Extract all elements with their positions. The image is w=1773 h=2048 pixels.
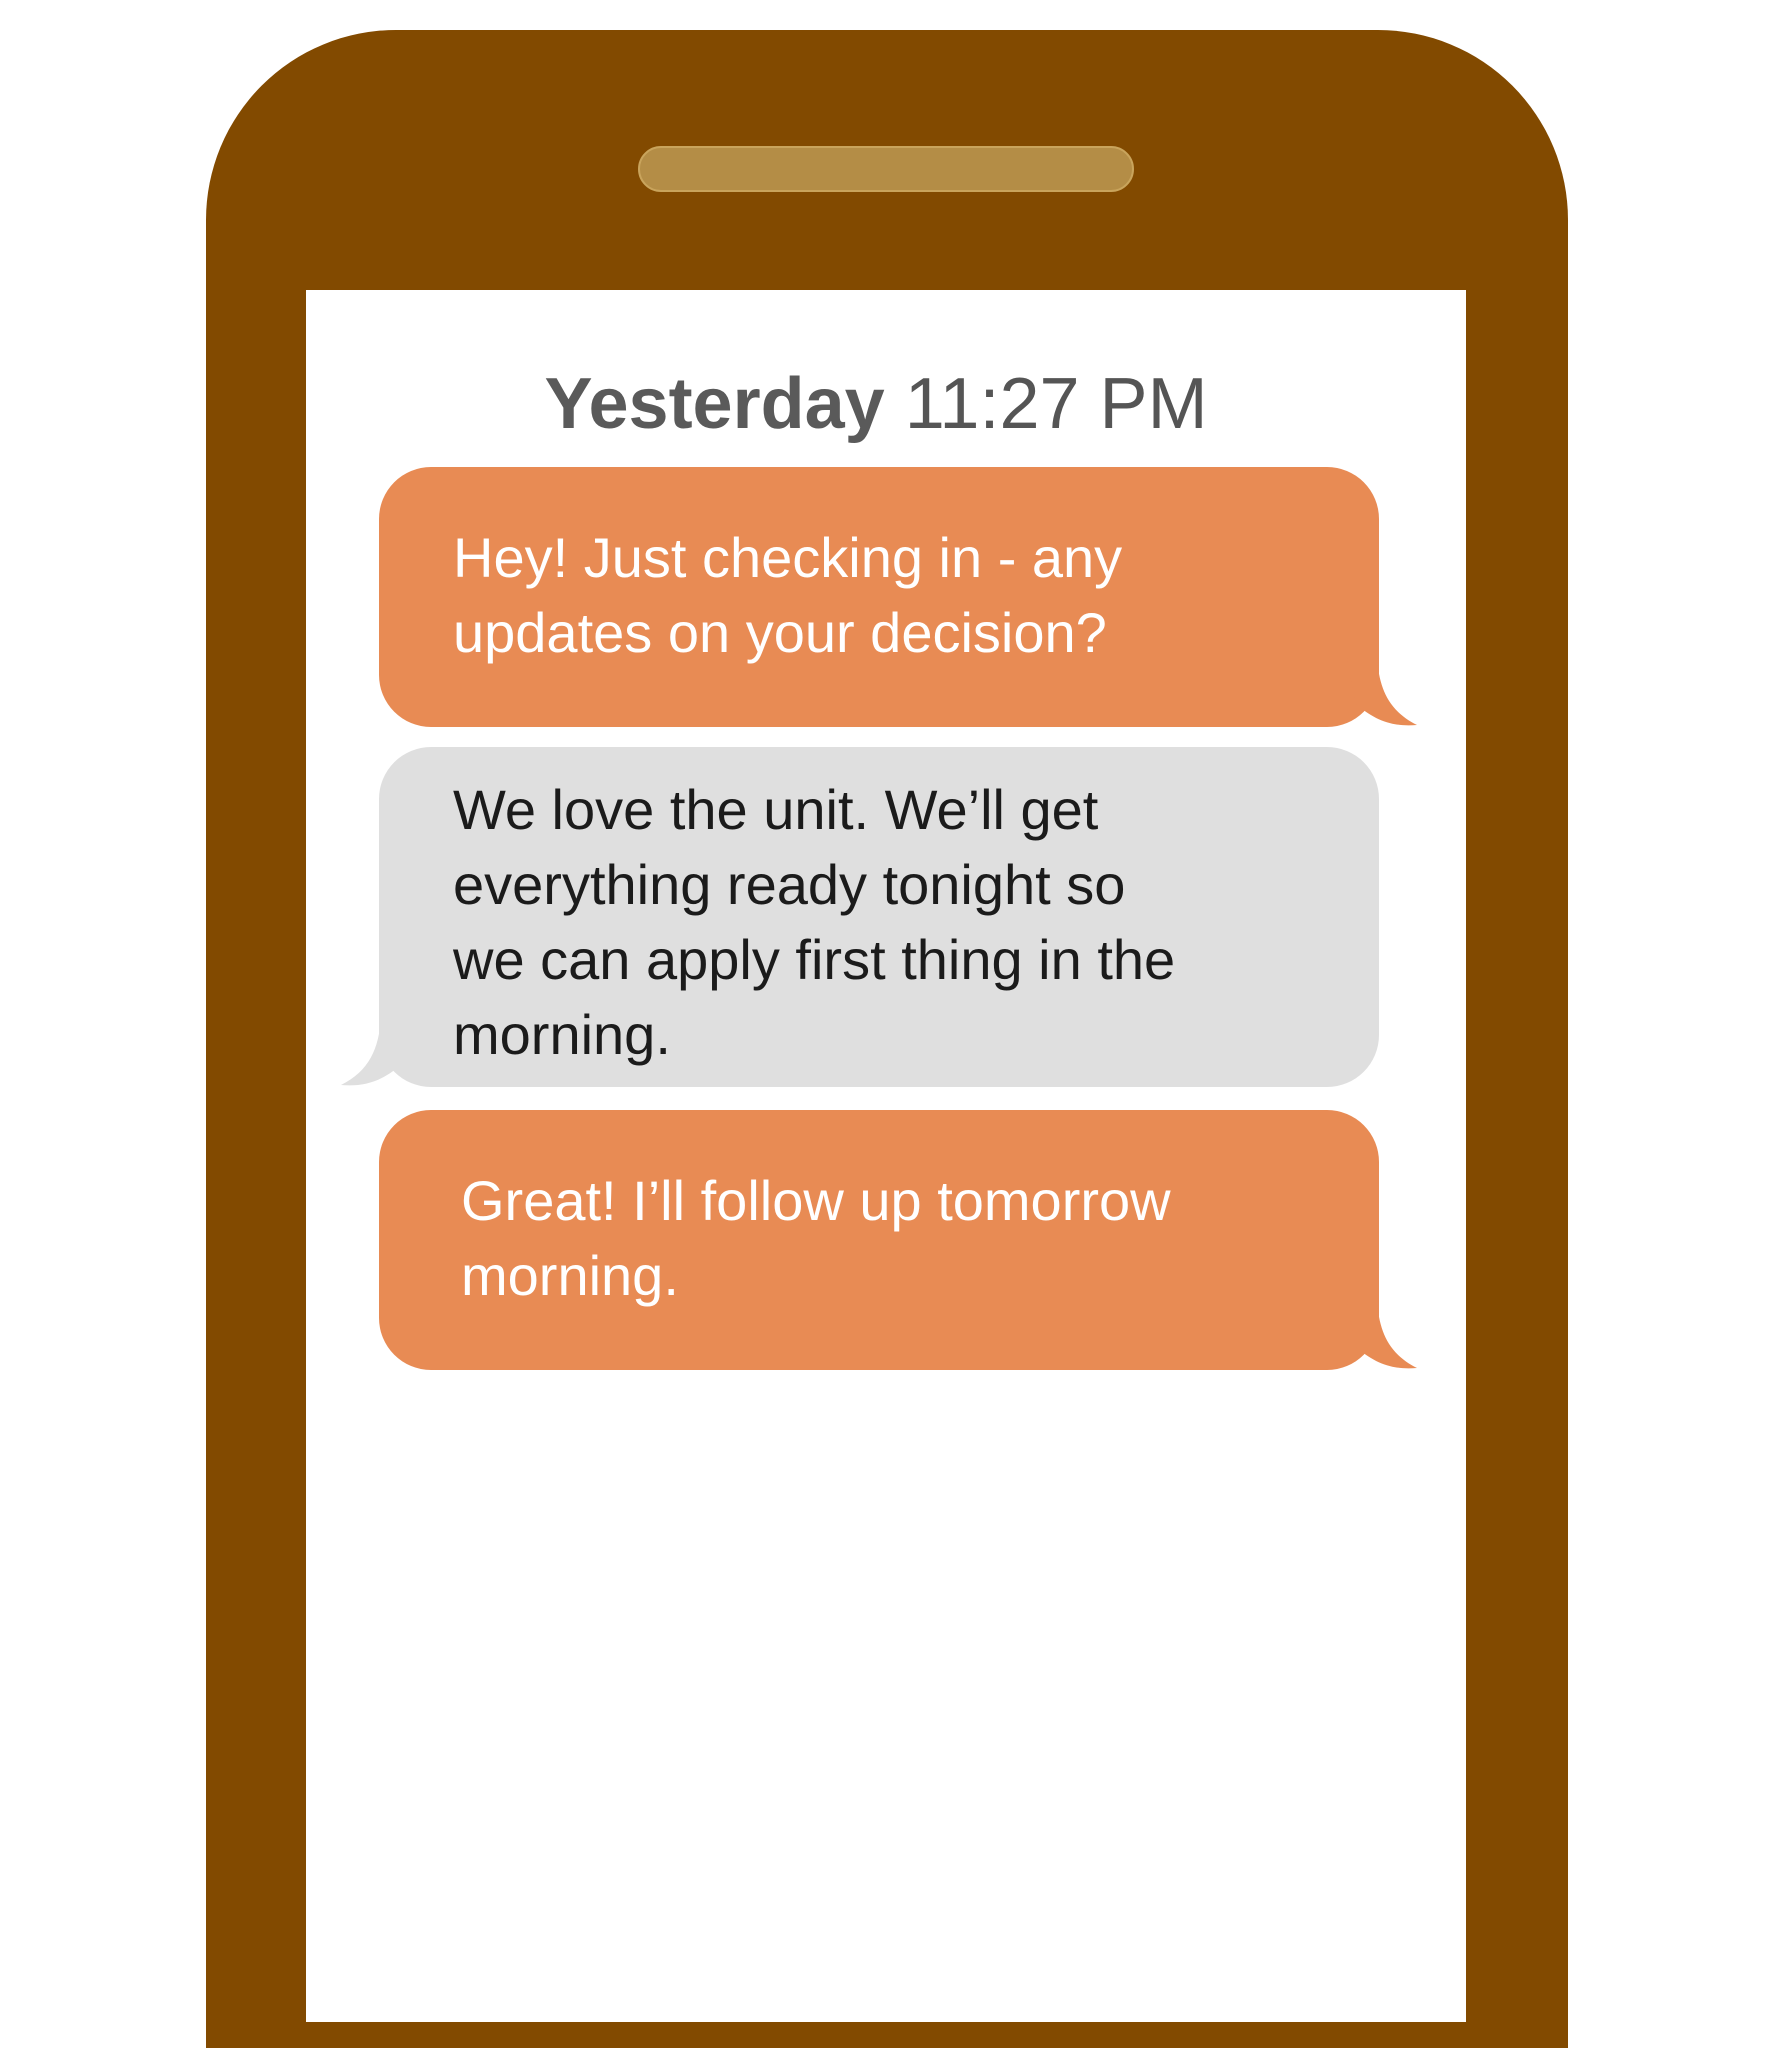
timestamp-time: 11:27 PM — [904, 364, 1208, 444]
timestamp-day: Yesterday — [544, 364, 885, 444]
received-message-bubble[interactable]: We love the unit. We’ll get everything r… — [341, 747, 1379, 1087]
message-line: everything ready tonight so — [453, 853, 1126, 916]
sent-message-bubble[interactable]: Hey! Just checking in - any updates on y… — [379, 467, 1417, 727]
bubble-tail — [1347, 1300, 1417, 1369]
message-line: morning. — [453, 1003, 671, 1066]
phone-speaker — [638, 146, 1134, 192]
message-line: morning. — [461, 1244, 679, 1307]
sent-message-bubble[interactable]: Great! I’ll follow up tomorrow morning. — [379, 1110, 1417, 1370]
message-screen: Yesterday 11:27 PM Hey! Just checking in… — [306, 290, 1466, 2022]
bubble-tail — [1347, 657, 1417, 726]
message-text: Hey! Just checking in - any updates on y… — [453, 520, 1122, 670]
message-line: Hey! Just checking in - any — [453, 526, 1123, 589]
phone-frame: Yesterday 11:27 PM Hey! Just checking in… — [206, 30, 1568, 2048]
message-line: We love the unit. We’ll get — [453, 778, 1099, 841]
message-text: We love the unit. We’ll get everything r… — [453, 772, 1175, 1072]
message-text: Great! I’ll follow up tomorrow morning. — [461, 1163, 1171, 1313]
message-line: we can apply first thing in the — [453, 928, 1176, 991]
message-timestamp: Yesterday 11:27 PM — [306, 364, 1446, 444]
bubble-tail — [341, 1017, 411, 1086]
message-line: updates on your decision? — [453, 601, 1107, 664]
message-line: Great! I’ll follow up tomorrow — [461, 1169, 1171, 1232]
